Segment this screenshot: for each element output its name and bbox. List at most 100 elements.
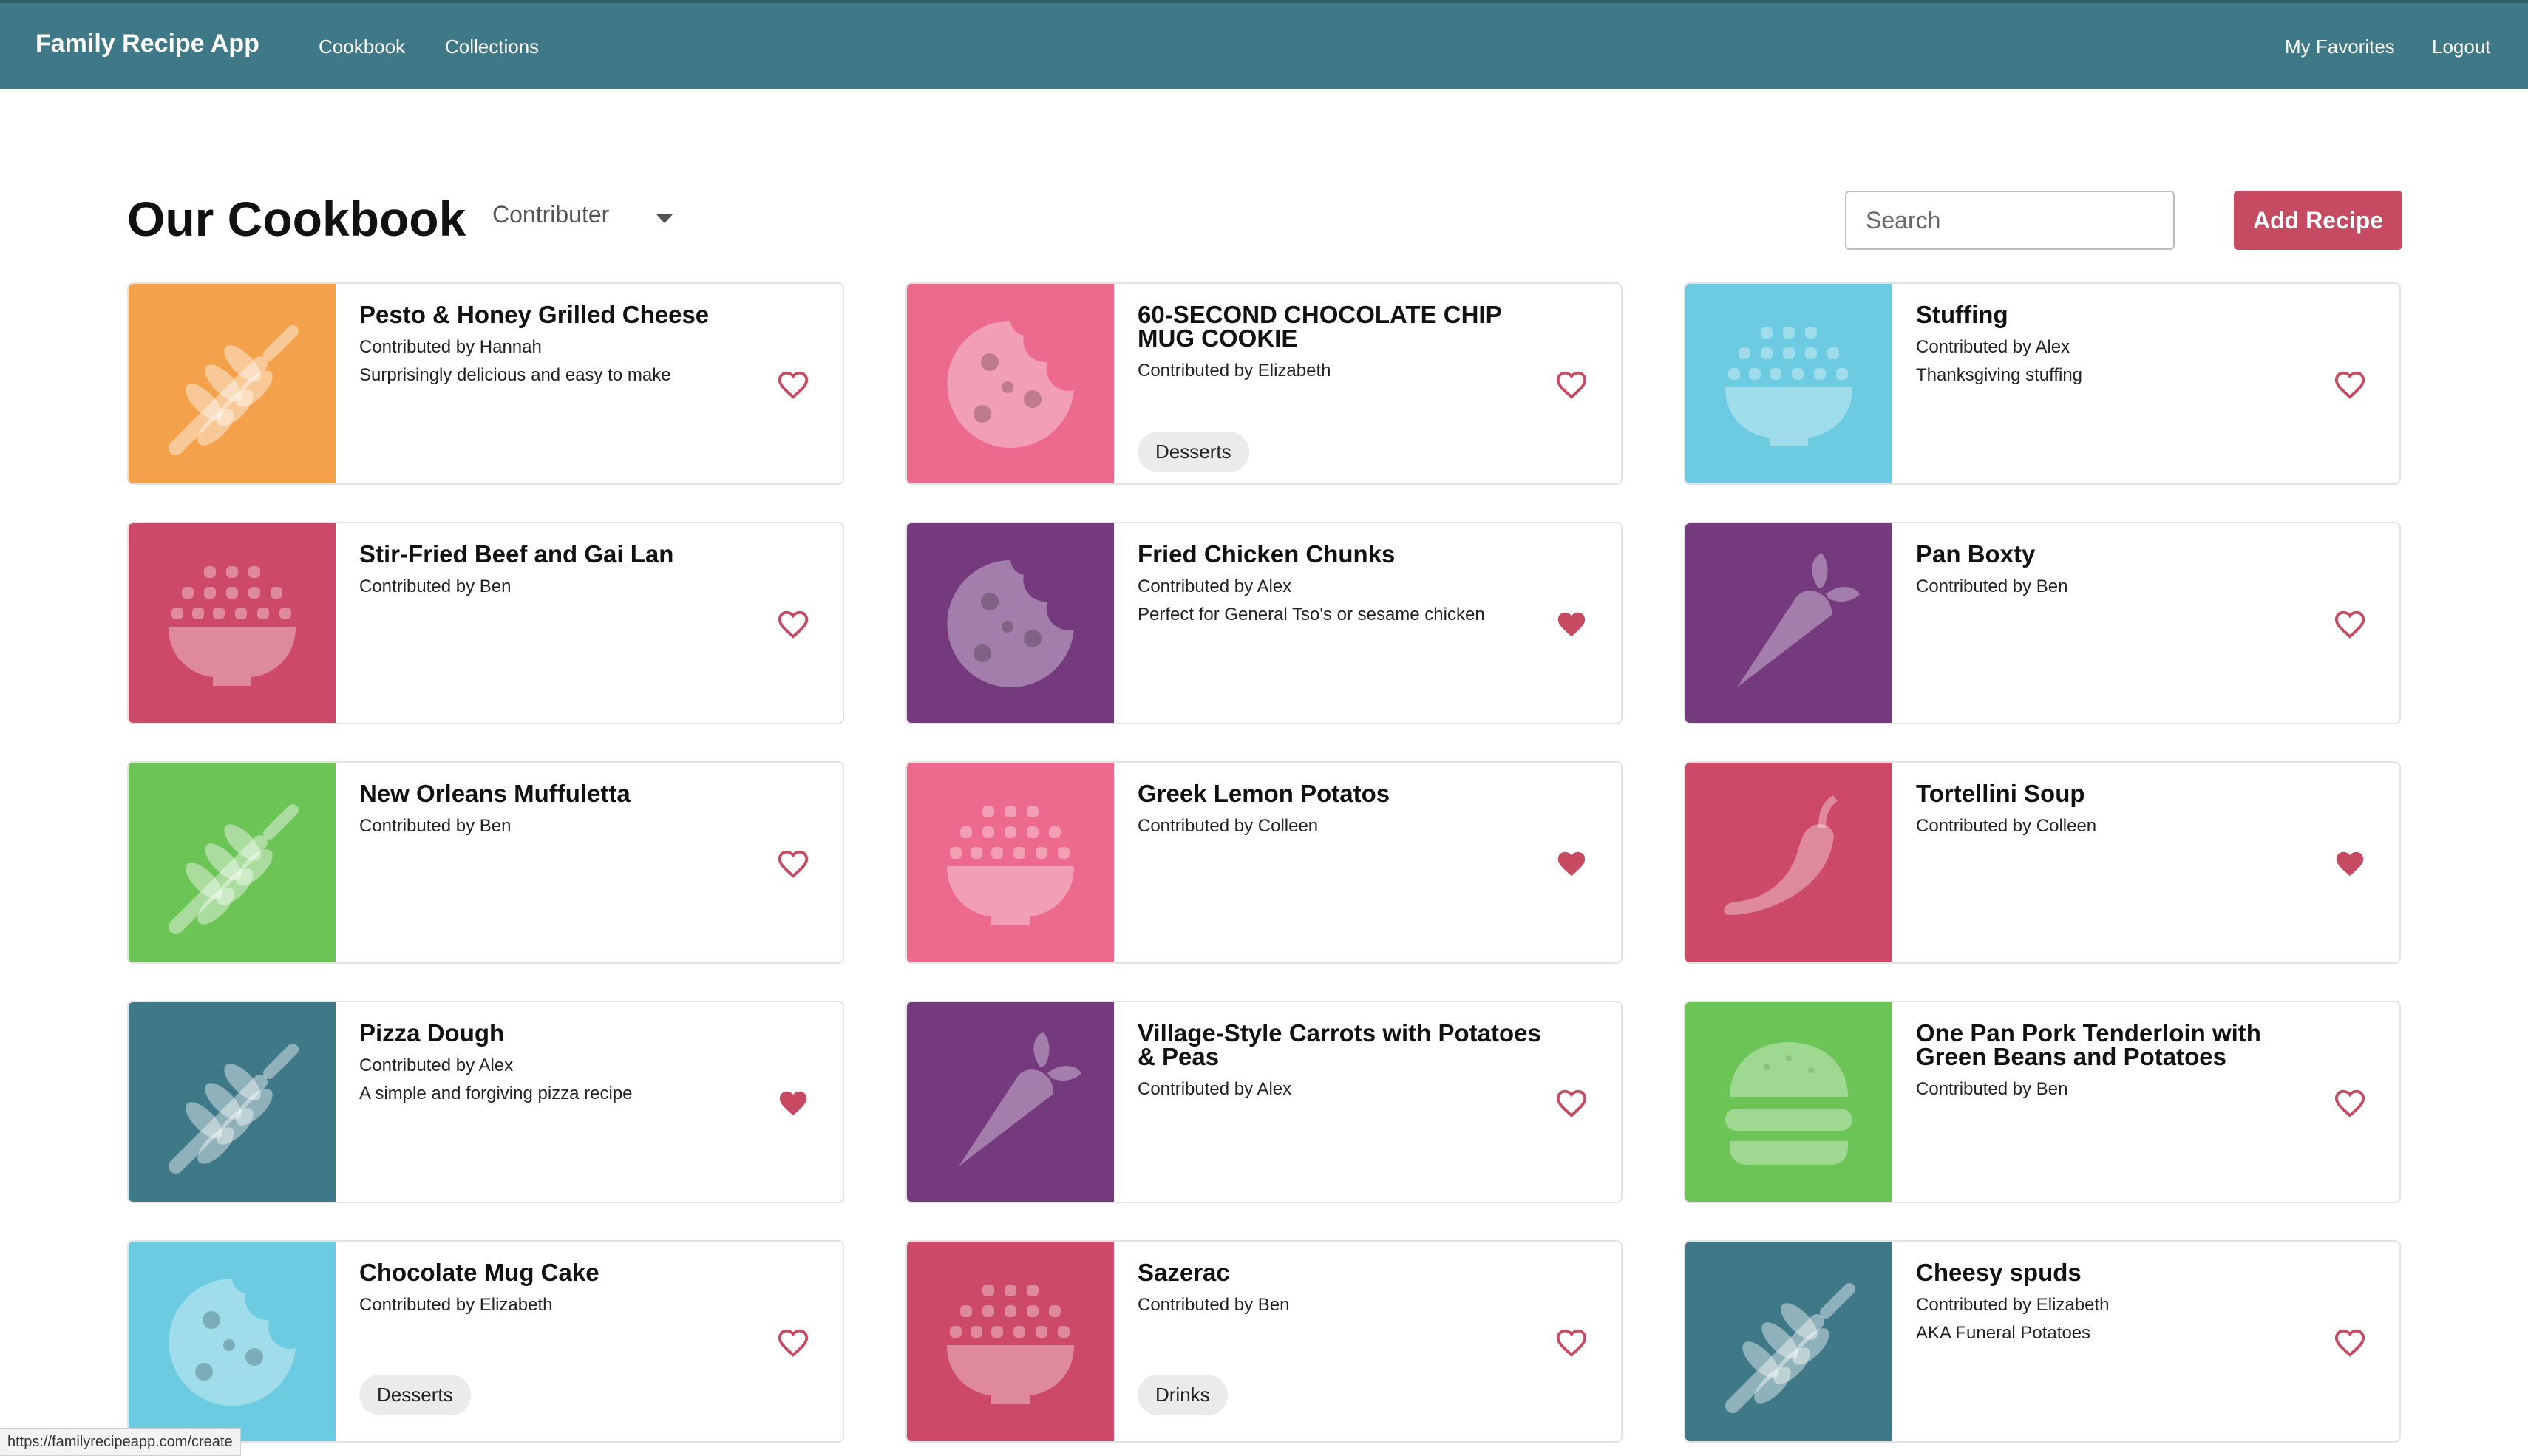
recipe-thumbnail[interactable] (1685, 523, 1892, 723)
recipe-card[interactable]: Cheesy spuds Contributed by Elizabeth AKA … (1684, 1240, 2401, 1443)
recipe-title[interactable]: Pesto & Honey Grilled Cheese (359, 302, 773, 327)
carrot-icon (959, 1032, 1081, 1166)
recipe-card[interactable]: New Orleans Muffuletta Contributed by Ben (127, 761, 844, 964)
recipe-contributor: Contributed by Elizabeth (1138, 361, 1331, 381)
recipe-description: Thanksgiving stuffing (1916, 365, 2083, 385)
recipe-contributor: Contributed by Alex (1138, 1079, 1292, 1099)
bowl-icon (947, 806, 1074, 925)
recipe-thumbnail[interactable] (907, 1002, 1114, 1202)
heart-outline-icon[interactable] (2333, 1326, 2367, 1360)
contributor-filter-select[interactable]: Contributer (492, 201, 684, 239)
recipe-contributor: Contributed by Alex (1138, 576, 1292, 596)
recipe-contributor: Contributed by Hannah (359, 337, 542, 357)
recipe-contributor: Contributed by Colleen (1916, 816, 2097, 836)
recipe-card[interactable]: Pan Boxty Contributed by Ben (1684, 522, 2401, 724)
recipe-tag[interactable]: Desserts (1138, 432, 1249, 472)
recipe-description: A simple and forgiving pizza recipe (359, 1084, 633, 1103)
recipe-thumbnail[interactable] (907, 1242, 1114, 1441)
recipe-thumbnail[interactable] (1685, 763, 1892, 962)
page-title: Our Cookbook (127, 191, 466, 246)
cookie-icon (947, 560, 1074, 687)
status-bar-url: https://familyrecipeapp.com/create (0, 1428, 241, 1456)
recipe-contributor: Contributed by Elizabeth (359, 1295, 553, 1315)
recipe-title[interactable]: Stuffing (1916, 302, 2330, 327)
cookie-icon (169, 1279, 296, 1406)
recipe-thumbnail[interactable] (1685, 1242, 1892, 1441)
recipe-card[interactable]: Chocolate Mug Cake Contributed by Elizabe… (127, 1240, 844, 1443)
heart-filled-icon[interactable] (1554, 608, 1589, 642)
bowl-icon (1725, 327, 1852, 446)
nav-link-cookbook[interactable]: Cookbook (319, 35, 405, 58)
recipe-thumbnail[interactable] (129, 1002, 336, 1202)
recipe-thumbnail[interactable] (907, 763, 1114, 962)
wheat-icon (169, 1044, 299, 1174)
recipe-card[interactable]: Sazerac Contributed by Ben Drinks (905, 1240, 1623, 1443)
contributor-filter-label: Contributer (492, 201, 610, 228)
recipe-title[interactable]: Greek Lemon Potatos (1138, 781, 1552, 806)
recipe-card[interactable]: Stuffing Contributed by Alex Thanksgiving … (1684, 282, 2401, 485)
recipe-contributor: Contributed by Elizabeth (1916, 1295, 2110, 1315)
recipe-title[interactable]: Chocolate Mug Cake (359, 1260, 773, 1285)
recipe-title[interactable]: Tortellini Soup (1916, 781, 2330, 806)
recipe-card[interactable]: Village-Style Carrots with Potatoes & Pe… (905, 1001, 1623, 1203)
recipe-title[interactable]: Stir-Fried Beef and Gai Lan (359, 542, 773, 566)
recipe-contributor: Contributed by Ben (1916, 576, 2068, 596)
recipe-thumbnail[interactable] (1685, 284, 1892, 483)
recipe-title[interactable]: 60-SECOND CHOCOLATE CHIP MUG COOKIE (1138, 302, 1552, 350)
recipe-description: Perfect for General Tso's or sesame chic… (1138, 605, 1485, 625)
heart-filled-icon[interactable] (1554, 847, 1589, 881)
heart-filled-icon[interactable] (776, 1086, 810, 1120)
search-input[interactable] (1845, 191, 2175, 250)
heart-outline-icon[interactable] (1554, 368, 1589, 402)
recipe-description: AKA Funeral Potatoes (1916, 1323, 2091, 1343)
recipe-description: Surprisingly delicious and easy to make (359, 365, 671, 385)
heart-outline-icon[interactable] (1554, 1086, 1589, 1120)
heart-outline-icon[interactable] (2333, 368, 2367, 402)
heart-outline-icon[interactable] (776, 608, 810, 642)
recipe-tag[interactable]: Desserts (359, 1375, 471, 1415)
recipe-title[interactable]: Pizza Dough (359, 1021, 773, 1045)
recipe-card[interactable]: Pesto & Honey Grilled Cheese Contributed … (127, 282, 844, 485)
heart-outline-icon[interactable] (776, 847, 810, 881)
recipe-card[interactable]: One Pan Pork Tenderloin with Green Beans… (1684, 1001, 2401, 1203)
recipe-card[interactable]: Fried Chicken Chunks Contributed by Alex P… (905, 522, 1623, 724)
heart-outline-icon[interactable] (2333, 1086, 2367, 1120)
recipe-thumbnail[interactable] (129, 523, 336, 723)
recipe-thumbnail[interactable] (907, 523, 1114, 723)
bowl-icon (169, 566, 296, 686)
wheat-icon (169, 325, 299, 455)
recipe-contributor: Contributed by Ben (1916, 1079, 2068, 1099)
recipe-title[interactable]: Sazerac (1138, 1260, 1552, 1285)
recipe-thumbnail[interactable] (907, 284, 1114, 483)
heart-outline-icon[interactable] (776, 1326, 810, 1360)
recipe-contributor: Contributed by Ben (1138, 1295, 1290, 1315)
app-brand[interactable]: Family Recipe App (35, 30, 259, 58)
recipe-thumbnail[interactable] (129, 1242, 336, 1441)
recipe-contributor: Contributed by Ben (359, 576, 512, 596)
recipe-card[interactable]: Pizza Dough Contributed by Alex A simple a… (127, 1001, 844, 1203)
recipe-title[interactable]: Village-Style Carrots with Potatoes & Pe… (1138, 1021, 1552, 1069)
heart-outline-icon[interactable] (1554, 1326, 1589, 1360)
recipe-title[interactable]: Cheesy spuds (1916, 1260, 2330, 1285)
recipe-thumbnail[interactable] (1685, 1002, 1892, 1202)
heart-filled-icon[interactable] (2333, 847, 2367, 881)
recipe-card[interactable]: Tortellini Soup Contributed by Colleen (1684, 761, 2401, 964)
nav-link-logout[interactable]: Logout (2432, 35, 2491, 58)
recipe-thumbnail[interactable] (129, 763, 336, 962)
recipe-thumbnail[interactable] (129, 284, 336, 483)
nav-link-collections[interactable]: Collections (445, 35, 539, 58)
recipe-title[interactable]: One Pan Pork Tenderloin with Green Beans… (1916, 1021, 2330, 1069)
add-recipe-button[interactable]: Add Recipe (2234, 191, 2402, 250)
burger-icon (1725, 1042, 1852, 1165)
heart-outline-icon[interactable] (2333, 608, 2367, 642)
recipe-title[interactable]: Pan Boxty (1916, 542, 2330, 566)
recipe-card[interactable]: 60-SECOND CHOCOLATE CHIP MUG COOKIE Contr… (905, 282, 1623, 485)
pepper-icon (1724, 795, 1838, 915)
recipe-card[interactable]: Stir-Fried Beef and Gai Lan Contributed b… (127, 522, 844, 724)
recipe-tag[interactable]: Drinks (1138, 1375, 1228, 1415)
recipe-title[interactable]: Fried Chicken Chunks (1138, 542, 1552, 566)
heart-outline-icon[interactable] (776, 368, 810, 402)
recipe-title[interactable]: New Orleans Muffuletta (359, 781, 773, 806)
nav-link-my-favorites[interactable]: My Favorites (2285, 35, 2395, 58)
recipe-card[interactable]: Greek Lemon Potatos Contributed by Collee… (905, 761, 1623, 964)
